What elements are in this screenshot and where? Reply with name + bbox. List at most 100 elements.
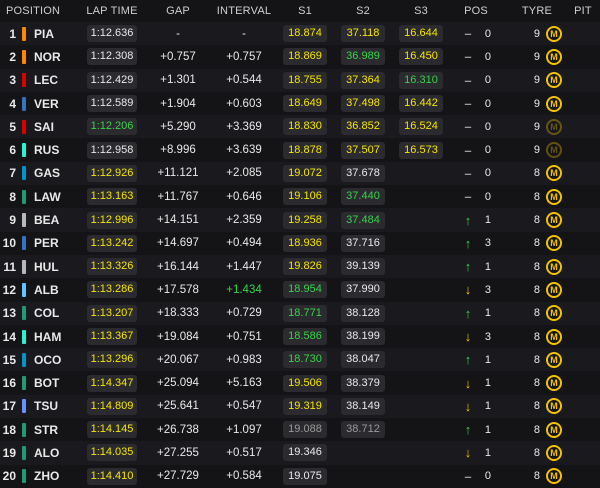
tyre-compound-icon[interactable]: M: [546, 72, 562, 89]
tyre-compound-icon[interactable]: M: [546, 235, 562, 252]
lap-time: 1:13.326: [86, 258, 138, 276]
tyre-compound-icon[interactable]: M: [546, 281, 562, 298]
header-position[interactable]: POSITION: [0, 5, 80, 17]
interval: +3.639: [226, 144, 262, 157]
driver-cell: LEC: [22, 73, 80, 88]
table-row[interactable]: 3 LEC 1:12.429 +1.301 +0.544 18.755 37.3…: [0, 68, 600, 92]
position-change-value: 3: [484, 237, 491, 250]
tyre-cell: 8 M: [502, 305, 566, 322]
position-change-icon: ↑: [464, 235, 472, 251]
tyre-compound-icon[interactable]: M: [546, 95, 562, 112]
position-change-value: 0: [484, 470, 491, 483]
table-row[interactable]: 6 RUS 1:12.958 +8.996 +3.639 18.878 37.5…: [0, 138, 600, 161]
header-pos[interactable]: POS: [450, 5, 502, 17]
driver-cell: HAM: [22, 329, 80, 344]
table-row[interactable]: 9 BEA 1:12.996 +14.151 +2.359 19.258 37.…: [0, 208, 600, 232]
tyre-compound-icon[interactable]: M: [546, 25, 562, 42]
tyre-compound-icon[interactable]: M: [546, 421, 562, 438]
tyre-compound-icon[interactable]: M: [546, 212, 562, 229]
table-row[interactable]: 20 ZHO 1:14.410 +27.729 +0.584 19.075 – …: [0, 465, 600, 488]
tyre-compound-icon[interactable]: M: [546, 165, 562, 182]
driver-cell: RUS: [22, 143, 80, 158]
table-row[interactable]: 10 PER 1:13.242 +14.697 +0.494 18.936 37…: [0, 232, 600, 255]
interval: -: [242, 27, 246, 40]
s2-cell: 38.199: [334, 328, 392, 345]
team-color-bar: [22, 213, 26, 228]
header-pit[interactable]: PIT: [566, 5, 600, 17]
s2-cell: 37.364: [334, 71, 392, 89]
header-tyre[interactable]: TYRE: [502, 5, 566, 17]
s2-cell: 38.047: [334, 351, 392, 369]
tyre-compound-icon[interactable]: M: [546, 258, 562, 275]
position-change-value: 3: [484, 283, 491, 296]
driver-code: TSU: [34, 399, 58, 414]
position-change-icon: ↑: [464, 305, 472, 321]
tyre-compound-icon[interactable]: M: [546, 142, 562, 159]
position-number: 17: [2, 399, 16, 414]
header-s3[interactable]: S3: [392, 5, 450, 17]
position-change-icon: ↓: [464, 398, 472, 414]
header-lap-time[interactable]: LAP TIME: [80, 5, 144, 17]
table-row[interactable]: 19 ALO 1:14.035 +27.255 +0.517 19.346 ↓ …: [0, 441, 600, 465]
tyre-cell: 8 M: [502, 281, 566, 298]
table-row[interactable]: 18 STR 1:14.145 +26.738 +1.097 19.088 38…: [0, 418, 600, 441]
s1-cell: 19.072: [276, 164, 334, 182]
table-row[interactable]: 11 HUL 1:13.326 +16.144 +1.447 19.826 39…: [0, 254, 600, 279]
tyre-compound-icon[interactable]: M: [546, 118, 562, 135]
driver-cell: ALB: [22, 282, 80, 297]
tyre-cell: 9 M: [502, 48, 566, 65]
lap-time-cell: 1:14.410: [80, 467, 144, 485]
tyre-compound-icon[interactable]: M: [546, 351, 562, 368]
sector-3-time: 16.524: [399, 118, 443, 136]
lap-time: 1:13.286: [86, 281, 138, 299]
lap-time-cell: 1:13.326: [80, 258, 144, 276]
table-row[interactable]: 14 HAM 1:13.367 +19.084 +0.751 18.586 38…: [0, 325, 600, 348]
position-change-value: 3: [484, 330, 491, 343]
tyre-age: 8: [533, 470, 540, 483]
tyre-compound-icon[interactable]: M: [546, 444, 562, 461]
table-row[interactable]: 4 VER 1:12.589 +1.904 +0.603 18.649 37.4…: [0, 92, 600, 115]
table-row[interactable]: 17 TSU 1:14.809 +25.641 +0.547 19.319 38…: [0, 394, 600, 419]
interval: +1.434: [226, 283, 262, 296]
tyre-compound-icon[interactable]: M: [546, 375, 562, 392]
table-row[interactable]: 2 NOR 1:12.308 +0.757 +0.757 18.869 36.9…: [0, 45, 600, 68]
table-row[interactable]: 16 BOT 1:14.347 +25.094 +5.163 19.506 38…: [0, 371, 600, 394]
driver-code: BOT: [34, 376, 60, 391]
lap-time-cell: 1:14.145: [80, 421, 144, 439]
lap-time-cell: 1:13.242: [80, 234, 144, 252]
tyre-cell: 8 M: [502, 235, 566, 252]
position-change: – 0: [450, 469, 502, 484]
table-row[interactable]: 1 PIA 1:12.636 - - 18.874 37.118 16.644 …: [0, 22, 600, 46]
s1-cell: 18.954: [276, 281, 334, 299]
table-row[interactable]: 5 SAI 1:12.206 +5.290 +3.369 18.830 36.8…: [0, 115, 600, 139]
table-row[interactable]: 8 LAW 1:13.163 +11.767 +0.646 19.106 37.…: [0, 185, 600, 208]
lap-time-cell: 1:12.926: [80, 164, 144, 182]
tyre-compound-icon[interactable]: M: [546, 398, 562, 415]
position-change: – 0: [450, 119, 502, 134]
tyre-age: 8: [533, 260, 540, 273]
table-row[interactable]: 15 OCO 1:13.296 +20.067 +0.983 18.730 38…: [0, 348, 600, 372]
tyre-cell: 8 M: [502, 421, 566, 438]
tyre-age: 8: [533, 283, 540, 296]
header-gap[interactable]: GAP: [144, 5, 212, 17]
sector-1-time: 19.075: [283, 467, 327, 485]
position-change-value: 0: [484, 144, 491, 157]
table-row[interactable]: 12 ALB 1:13.286 +17.578 +1.434 18.954 37…: [0, 278, 600, 301]
lap-time: 1:13.242: [86, 234, 138, 252]
sector-2-time: 38.379: [341, 374, 385, 392]
tyre-compound-icon[interactable]: M: [546, 188, 562, 205]
position-change-icon: –: [464, 72, 472, 88]
tyre-compound-icon[interactable]: M: [546, 328, 562, 345]
tyre-compound-icon[interactable]: M: [546, 48, 562, 65]
tyre-compound-icon[interactable]: M: [546, 468, 562, 485]
position-change: – 0: [450, 73, 502, 88]
header-interval[interactable]: INTERVAL: [212, 5, 276, 17]
tyre-compound-icon[interactable]: M: [546, 305, 562, 322]
team-color-bar: [22, 49, 26, 64]
position-change-value: 0: [484, 74, 491, 87]
table-row[interactable]: 13 COL 1:13.207 +18.333 +0.729 18.771 38…: [0, 301, 600, 325]
header-s2[interactable]: S2: [334, 5, 392, 17]
position-number: 12: [2, 282, 16, 297]
table-row[interactable]: 7 GAS 1:12.926 +11.121 +2.085 19.072 37.…: [0, 161, 600, 186]
header-s1[interactable]: S1: [276, 5, 334, 17]
